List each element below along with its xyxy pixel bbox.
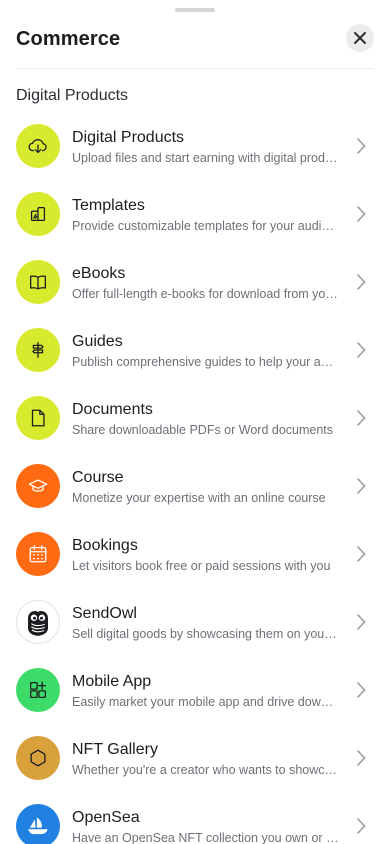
mobile-app-icon-badge xyxy=(16,668,60,712)
book-icon xyxy=(30,275,46,290)
list-item-mobile-app[interactable]: Mobile App Easily market your mobile app… xyxy=(0,656,390,724)
list-item-guides[interactable]: Guides Publish comprehensive guides to h… xyxy=(0,316,390,384)
list-item-sendowl[interactable]: SendOwl Sell digital goods by showcasing… xyxy=(0,588,390,656)
item-name: Guides xyxy=(72,333,123,350)
close-icon xyxy=(354,32,366,44)
item-description: Let visitors book free or paid sessions … xyxy=(72,559,331,573)
document-icon xyxy=(31,409,45,427)
opensea-boat-icon xyxy=(28,817,48,835)
item-description: Have an OpenSea NFT collection you own o… xyxy=(72,831,340,844)
list-item-ebooks[interactable]: eBooks Offer full-length e-books for dow… xyxy=(0,248,390,316)
hexagon-icon xyxy=(30,749,46,767)
item-name: Course xyxy=(72,469,124,486)
guides-icon-badge xyxy=(16,328,60,372)
item-name: Documents xyxy=(72,401,153,418)
template-icon xyxy=(30,206,46,222)
chevron-right-icon xyxy=(357,818,366,834)
graduation-cap-icon xyxy=(28,479,48,492)
item-name: SendOwl xyxy=(72,605,137,622)
chevron-right-icon xyxy=(357,138,366,154)
section-title: Digital Products xyxy=(16,87,129,104)
sheet-header: Commerce xyxy=(0,20,390,68)
item-name: Mobile App xyxy=(72,673,152,690)
sheet-grabber[interactable] xyxy=(175,8,215,12)
signpost-icon xyxy=(32,342,44,358)
item-description: Sell digital goods by showcasing them on… xyxy=(72,627,340,641)
item-description: Offer full-length e-books for download f… xyxy=(72,287,340,301)
sendowl-icon-badge xyxy=(16,600,60,644)
item-name: Bookings xyxy=(72,537,138,554)
list-item-digital-products[interactable]: Digital Products Upload files and start … xyxy=(0,112,390,180)
nft-gallery-icon-badge xyxy=(16,736,60,780)
ebooks-icon-badge xyxy=(16,260,60,304)
item-description: Whether you're a creator who wants to sh… xyxy=(72,763,340,777)
chevron-right-icon xyxy=(357,274,366,290)
list-item-bookings[interactable]: Bookings Let visitors book free or paid … xyxy=(0,520,390,588)
chevron-right-icon xyxy=(357,614,366,630)
item-name: NFT Gallery xyxy=(72,741,158,758)
item-description: Publish comprehensive guides to help you… xyxy=(72,355,340,369)
list-item-documents[interactable]: Documents Share downloadable PDFs or Wor… xyxy=(0,384,390,452)
commerce-sheet: Commerce Digital Products Digital Produc… xyxy=(0,0,390,844)
chevron-right-icon xyxy=(357,410,366,426)
chevron-right-icon xyxy=(357,342,366,358)
header-divider xyxy=(16,68,374,69)
digital-products-icon-badge xyxy=(16,124,60,168)
owl-icon xyxy=(28,611,48,636)
documents-icon-badge xyxy=(16,396,60,440)
chevron-right-icon xyxy=(357,546,366,562)
item-description: Provide customizable templates for your … xyxy=(72,219,340,233)
cloud-download-icon xyxy=(28,139,47,154)
apps-grid-icon xyxy=(30,681,47,698)
item-name: eBooks xyxy=(72,265,126,282)
course-icon-badge xyxy=(16,464,60,508)
item-description: Easily market your mobile app and drive … xyxy=(72,695,340,709)
chevron-right-icon xyxy=(357,750,366,766)
chevron-right-icon xyxy=(357,478,366,494)
list-item-course[interactable]: Course Monetize your expertise with an o… xyxy=(0,452,390,520)
close-button[interactable] xyxy=(346,24,374,52)
item-name: Templates xyxy=(72,197,145,214)
list-item-templates[interactable]: Templates Provide customizable templates… xyxy=(0,180,390,248)
opensea-icon-badge xyxy=(16,804,60,844)
item-description: Share downloadable PDFs or Word document… xyxy=(72,423,334,437)
page-title: Commerce xyxy=(16,28,121,50)
chevron-right-icon xyxy=(357,682,366,698)
calendar-icon xyxy=(29,545,47,563)
chevron-right-icon xyxy=(357,206,366,222)
bookings-icon-badge xyxy=(16,532,60,576)
item-description: Monetize your expertise with an online c… xyxy=(72,491,326,505)
item-description: Upload files and start earning with digi… xyxy=(72,151,340,165)
product-list: Digital Products Upload files and start … xyxy=(0,112,390,844)
item-name: OpenSea xyxy=(72,809,140,826)
templates-icon-badge xyxy=(16,192,60,236)
item-name: Digital Products xyxy=(72,129,185,146)
list-item-opensea[interactable]: OpenSea Have an OpenSea NFT collection y… xyxy=(0,792,390,844)
list-item-nft-gallery[interactable]: NFT Gallery Whether you're a creator who… xyxy=(0,724,390,792)
